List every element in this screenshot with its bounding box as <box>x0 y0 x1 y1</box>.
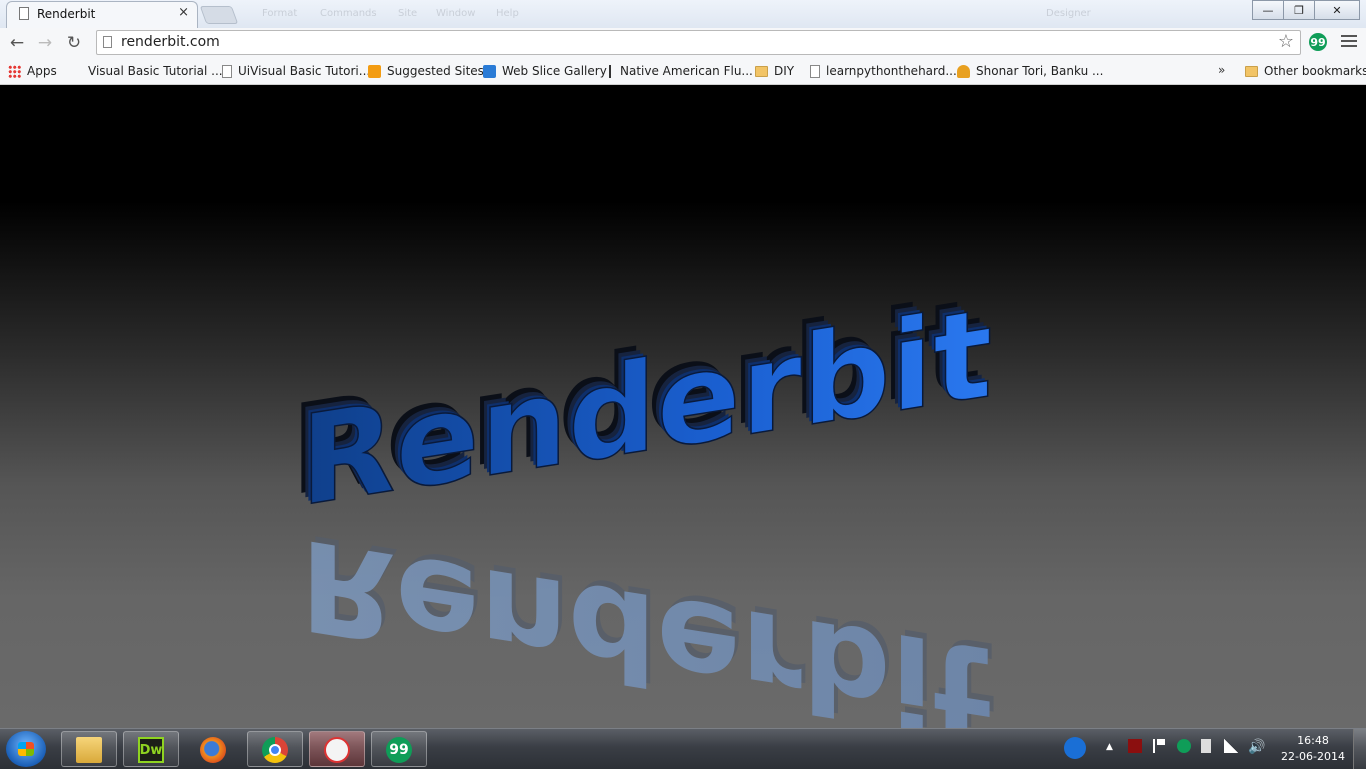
ghost-menu-item: Format <box>262 8 298 19</box>
clock-time: 16:48 <box>1297 734 1329 747</box>
tray-app-icon[interactable] <box>1128 739 1142 753</box>
bookmark-item[interactable]: Visual Basic Tutorial ... <box>88 62 223 80</box>
action-center-flag-icon[interactable] <box>1153 739 1165 753</box>
page-icon <box>810 64 820 78</box>
forward-arrow-icon[interactable]: → <box>34 32 56 54</box>
start-button[interactable] <box>6 731 46 767</box>
folder-icon <box>755 65 768 77</box>
new-tab-button[interactable] <box>199 6 239 24</box>
folder-icon <box>76 737 102 763</box>
bookmark-item[interactable]: learnpythonthehard... <box>810 62 957 80</box>
taskbar-explorer[interactable] <box>61 731 117 767</box>
folder-icon <box>1245 65 1258 77</box>
logo-main: Renderbit Renderbit Renderbit Renderbit <box>290 271 993 536</box>
bookmark-item[interactable]: Web Slice Gallery <box>483 62 607 80</box>
back-arrow-icon[interactable]: ← <box>6 32 28 54</box>
logo-reflection: Renderbit Renderbit <box>300 505 996 728</box>
bulb-icon <box>368 64 381 78</box>
address-bar[interactable]: renderbit.com ☆ <box>96 30 1301 55</box>
chrome-menu-icon[interactable] <box>1341 35 1357 50</box>
snipping-tool-icon <box>324 737 350 763</box>
ie-icon <box>483 64 496 78</box>
ghost-menu-item: Window <box>436 8 476 19</box>
network-signal-icon[interactable] <box>1224 739 1238 753</box>
show-desktop-button[interactable] <box>1353 729 1366 769</box>
volume-icon[interactable]: 🔊 <box>1248 739 1265 755</box>
apps-grid-icon <box>8 64 21 78</box>
logo-text: Renderbit <box>300 281 992 535</box>
taskbar-dreamweaver[interactable]: Dw <box>123 731 179 767</box>
ghost-menu-item: Designer <box>1046 8 1091 19</box>
tab-title: Renderbit <box>37 7 96 21</box>
bookmark-label: UiVisual Basic Tutori... <box>238 64 371 78</box>
taskbar-chrome[interactable] <box>247 731 303 767</box>
bookmark-item[interactable]: Shonar Tori, Banku ... <box>957 62 1103 80</box>
windows-logo-icon <box>18 742 34 756</box>
bookmark-apps[interactable]: Apps <box>8 62 57 80</box>
bookmark-star-icon[interactable]: ☆ <box>1278 31 1294 52</box>
system-clock[interactable]: 16:48 22-06-2014 <box>1280 733 1346 765</box>
bookmark-folder[interactable]: DIY <box>755 62 794 80</box>
bookmark-item[interactable]: Suggested Sites <box>368 62 484 80</box>
page-content: Renderbit Renderbit Renderbit Renderbit … <box>0 85 1366 728</box>
ghost-menu-item: Help <box>496 8 519 19</box>
renderbit-3d-logo: Renderbit Renderbit Renderbit Renderbit … <box>290 271 996 728</box>
url-text[interactable]: renderbit.com <box>121 34 220 50</box>
windows-taskbar: Dw 99 ▲ 🔊 16:48 22-06-2014 <box>0 728 1366 769</box>
taskbar-snipping-tool[interactable] <box>309 731 365 767</box>
logo-reflection-text: Renderbit <box>300 510 992 728</box>
info-icon[interactable] <box>1064 737 1086 759</box>
browser-tab[interactable]: Renderbit × <box>6 1 198 28</box>
bookmark-label: Suggested Sites <box>387 64 484 78</box>
other-bookmarks-folder[interactable]: Other bookmarks <box>1245 62 1366 80</box>
browser-titlebar: Renderbit × Format Commands Site Window … <box>0 0 1366 28</box>
dreamweaver-icon: Dw <box>138 737 164 763</box>
bookmark-label: Web Slice Gallery <box>502 64 607 78</box>
taskbar-firefox[interactable] <box>185 731 241 767</box>
bookmark-item[interactable]: Native American Flu... <box>604 62 753 80</box>
bookmarks-overflow-icon[interactable]: » <box>1218 63 1225 77</box>
bookmark-label: DIY <box>774 64 795 78</box>
arrow-icon <box>609 64 611 78</box>
chrome-icon <box>262 737 288 763</box>
browser-toolbar: ← → ↻ renderbit.com ☆ 99 <box>0 28 1366 59</box>
bookmark-label: Shonar Tori, Banku ... <box>976 64 1104 78</box>
ghost-menu-item: Commands <box>320 8 377 19</box>
hangouts-tray-icon[interactable] <box>1177 739 1191 753</box>
close-button[interactable]: ✕ <box>1314 0 1360 20</box>
reload-icon[interactable]: ↻ <box>63 32 85 54</box>
window-controls: — ❐ ✕ <box>1252 0 1360 20</box>
device-icon[interactable] <box>1201 739 1211 753</box>
pin-icon <box>957 64 970 78</box>
taskbar-hangouts[interactable]: 99 <box>371 731 427 767</box>
bookmarks-bar: Apps Visual Basic Tutorial ... UiVisual … <box>0 58 1366 85</box>
firefox-icon <box>200 737 226 763</box>
page-icon <box>103 36 112 48</box>
bookmark-label: Apps <box>27 64 57 78</box>
tab-close-icon[interactable]: × <box>178 5 189 20</box>
clock-date: 22-06-2014 <box>1281 750 1345 763</box>
bookmark-label: Other bookmarks <box>1264 64 1366 78</box>
hangouts-icon: 99 <box>386 737 412 763</box>
page-icon <box>19 7 29 20</box>
bookmark-label: Visual Basic Tutorial ... <box>88 64 223 78</box>
hangouts-extension-icon[interactable]: 99 <box>1309 33 1327 51</box>
tray-overflow-arrow-icon[interactable]: ▲ <box>1106 742 1113 752</box>
ghost-menu-item: Site <box>398 8 418 19</box>
bookmark-label: Native American Flu... <box>620 64 753 78</box>
bookmark-label: learnpythonthehard... <box>826 64 957 78</box>
maximize-button[interactable]: ❐ <box>1283 0 1315 20</box>
bookmark-item[interactable]: UiVisual Basic Tutori... <box>222 62 370 80</box>
page-icon <box>222 64 232 78</box>
minimize-button[interactable]: — <box>1252 0 1284 20</box>
